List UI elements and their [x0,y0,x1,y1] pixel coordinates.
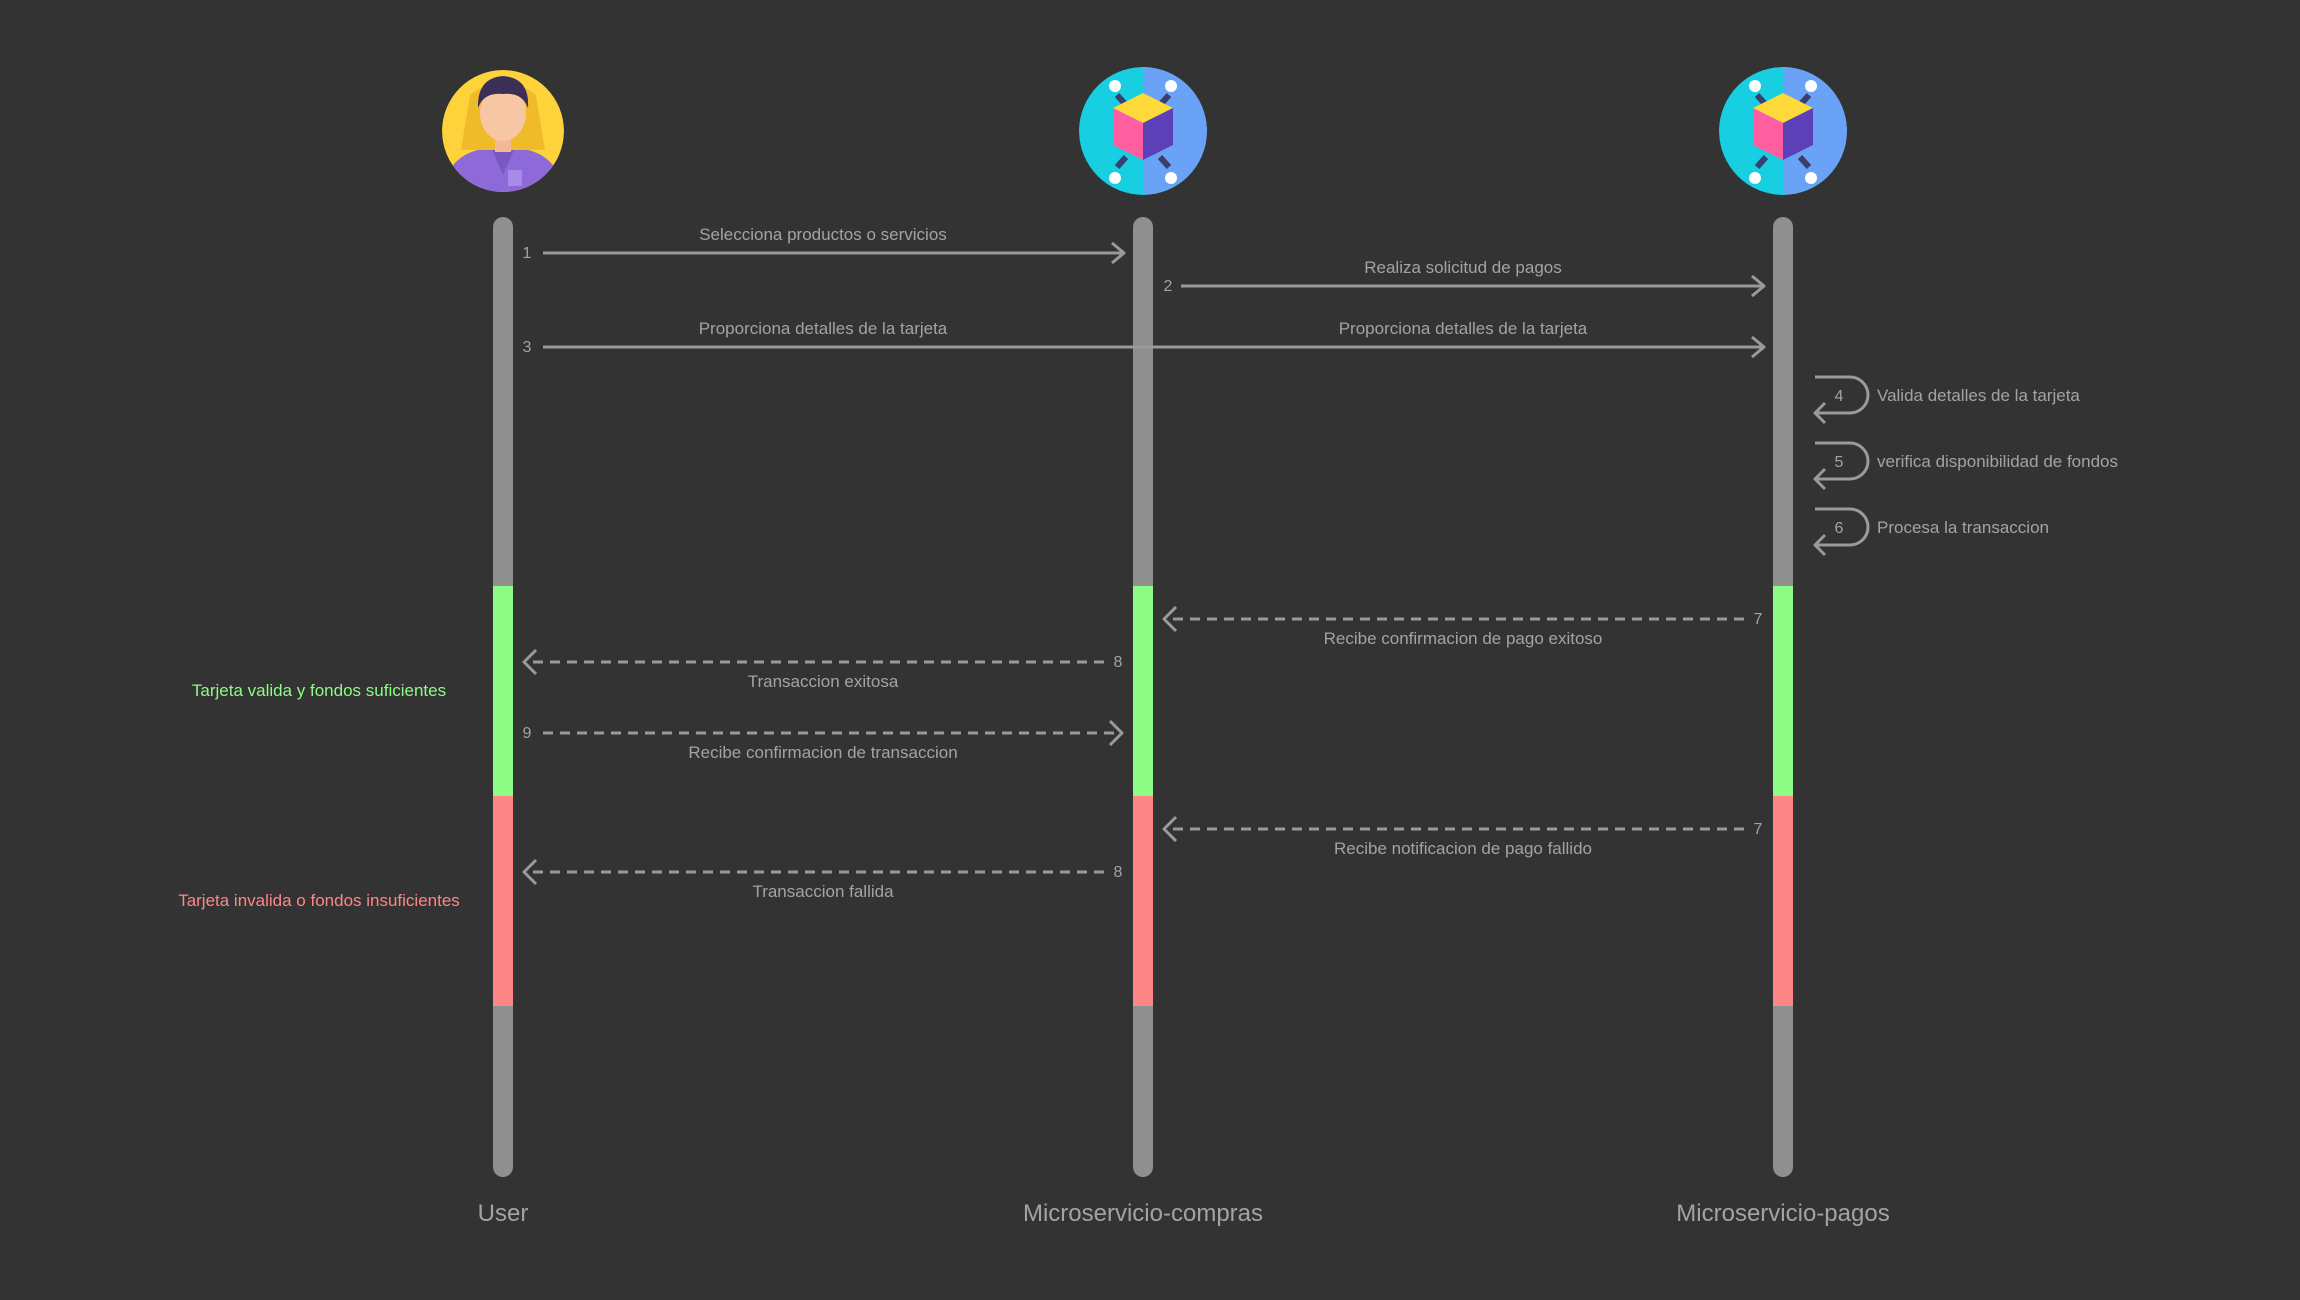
lifeline-user [493,217,513,1177]
message-number: 2 [1164,278,1173,295]
message-label: Recibe confirmacion de transaccion [688,743,957,762]
message-number: 1 [523,245,532,262]
fragment-label-success: Tarjeta valida y fondos suficientes [192,681,446,700]
lifeline-success-segment [1773,586,1793,796]
lifeline-failure-segment [1133,796,1153,1006]
message-number: 3 [523,339,532,356]
user-avatar-icon [442,70,564,192]
message-label: Recibe notificacion de pago fallido [1334,839,1592,858]
message-arrow [543,335,1766,359]
message-arrow-dashed [1162,815,1744,843]
message-arrow-dashed [1162,605,1744,633]
message-number: 8 [1114,654,1123,671]
lifeline-success-segment [493,586,513,796]
participant-label-compras: Microservicio-compras [1023,1200,1263,1227]
lifeline-success-segment [1133,586,1153,796]
lifeline-compras [1133,217,1153,1177]
lifeline-failure-segment [493,796,513,1006]
message-label: verifica disponibilidad de fondos [1877,452,2118,471]
message-arrow-dashed [522,648,1104,676]
message-label: Valida detalles de la tarjeta [1877,386,2080,405]
message-arrow-dashed [522,858,1104,886]
microservice-cube-icon [1719,67,1847,195]
participant-label-user: User [478,1200,529,1227]
message-label: Transaccion fallida [752,882,894,901]
message-number: 9 [523,725,532,742]
participant-label-pagos: Microservicio-pagos [1676,1200,1889,1227]
microservice-cube-icon [1079,67,1207,195]
message-number: 5 [1835,454,1844,471]
message-label: Proporciona detalles de la tarjeta [1339,319,1588,338]
message-label: Procesa la transaccion [1877,518,2049,537]
message-arrow [543,241,1126,265]
message-number: 6 [1835,520,1844,537]
lifeline-failure-segment [1773,796,1793,1006]
message-arrow-dashed [543,719,1124,747]
message-label: Realiza solicitud de pagos [1364,258,1562,277]
sequence-diagram: User Microservicio-compras Microservicio… [178,67,2118,1227]
message-label: Selecciona productos o servicios [699,225,947,244]
lifeline-pagos [1773,217,1793,1177]
message-number: 7 [1754,611,1763,628]
message-number: 4 [1835,388,1844,405]
message-label: Proporciona detalles de la tarjeta [699,319,948,338]
message-number: 8 [1114,864,1123,881]
fragment-label-failure: Tarjeta invalida o fondos insuficientes [178,891,460,910]
message-number: 7 [1754,821,1763,838]
message-label: Transaccion exitosa [748,672,899,691]
message-label: Recibe confirmacion de pago exitoso [1324,629,1603,648]
message-arrow [1181,274,1766,298]
